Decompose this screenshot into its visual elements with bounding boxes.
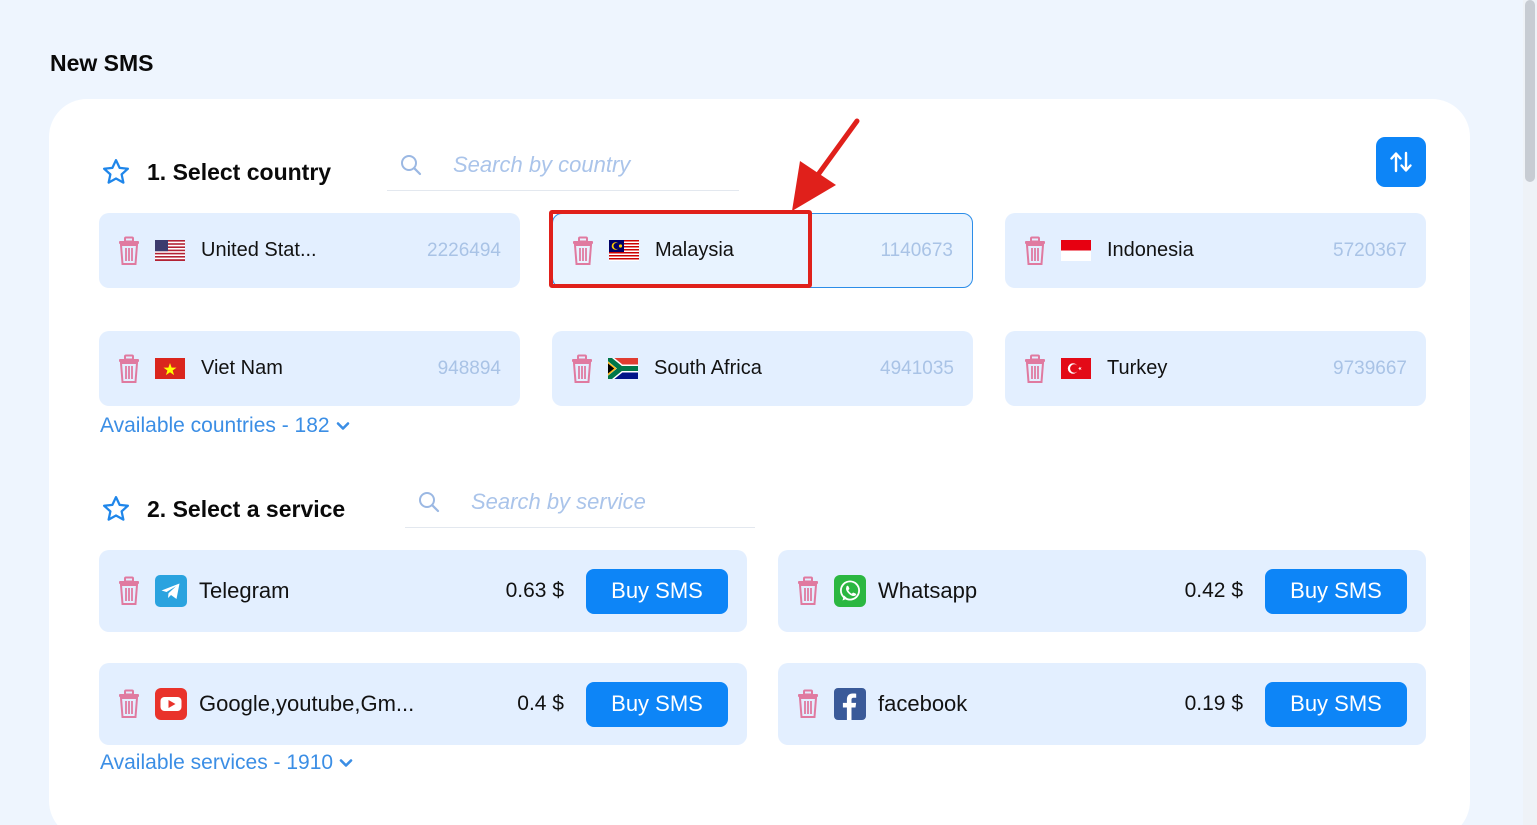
country-count: 1140673	[880, 239, 953, 261]
service-price: 0.63 $	[505, 579, 564, 602]
available-countries-label: Available countries - 182	[100, 414, 330, 437]
service-item-google[interactable]: Google,youtube,Gm... 0.4 $ Buy SMS	[99, 663, 747, 745]
available-services-label: Available services - 1910	[100, 751, 334, 774]
country-name: Indonesia	[1107, 239, 1194, 261]
country-section-title: 1. Select country	[147, 158, 332, 185]
service-name: Google,youtube,Gm...	[199, 691, 415, 716]
country-count: 948894	[437, 357, 501, 379]
country-search-input[interactable]	[453, 151, 713, 178]
turkey-flag-icon	[1061, 358, 1091, 379]
country-count: 9739667	[1333, 357, 1407, 379]
country-item-viet-nam[interactable]: Viet Nam 948894	[99, 331, 520, 406]
service-item-facebook[interactable]: facebook 0.19 $ Buy SMS	[778, 663, 1426, 745]
trash-icon[interactable]	[796, 576, 820, 606]
us-flag-icon	[155, 240, 185, 261]
scrollbar[interactable]	[1523, 0, 1537, 825]
search-icon	[419, 491, 440, 512]
trash-icon[interactable]	[117, 576, 141, 606]
available-services-link[interactable]: Available services - 1910	[100, 751, 353, 775]
trash-icon[interactable]	[796, 689, 820, 719]
service-price: 0.19 $	[1184, 692, 1243, 715]
country-item-united-states[interactable]: United Stat... 2226494	[99, 213, 520, 288]
star-icon[interactable]	[101, 157, 131, 187]
country-search[interactable]	[387, 139, 739, 191]
page-title: New SMS	[50, 50, 154, 76]
service-price: 0.42 $	[1184, 579, 1243, 602]
buy-sms-button[interactable]: Buy SMS	[586, 568, 728, 614]
service-item-whatsapp[interactable]: Whatsapp 0.42 $ Buy SMS	[778, 550, 1426, 632]
annotation-highlight-box	[549, 210, 812, 288]
country-item-south-africa[interactable]: South Africa 4941035	[552, 331, 973, 406]
whatsapp-icon	[834, 575, 866, 607]
trash-icon[interactable]	[117, 236, 141, 266]
service-name: Whatsapp	[878, 578, 978, 603]
annotation-arrow-icon	[792, 118, 860, 211]
country-item-turkey[interactable]: Turkey 9739667	[1005, 331, 1426, 406]
country-count: 2226494	[427, 239, 501, 261]
indonesia-flag-icon	[1061, 240, 1091, 261]
country-name: South Africa	[654, 357, 762, 379]
buy-sms-button[interactable]: Buy SMS	[1265, 568, 1407, 614]
vietnam-flag-icon	[155, 358, 185, 379]
country-item-indonesia[interactable]: Indonesia 5720367	[1005, 213, 1426, 288]
country-name: United Stat...	[201, 239, 317, 261]
country-count: 5720367	[1333, 239, 1407, 261]
trash-icon[interactable]	[117, 354, 141, 384]
south-africa-flag-icon	[608, 358, 638, 379]
buy-sms-button[interactable]: Buy SMS	[586, 681, 728, 727]
buy-sms-button[interactable]: Buy SMS	[1265, 681, 1407, 727]
new-sms-card: 1. Select country Search by country Unit…	[49, 99, 1470, 825]
service-item-telegram[interactable]: Telegram 0.63 $ Buy SMS	[99, 550, 747, 632]
service-section-header: 2. Select a service	[101, 494, 345, 524]
telegram-icon	[155, 575, 187, 607]
available-countries-link[interactable]: Available countries - 182	[100, 414, 350, 438]
service-name: Telegram	[199, 578, 290, 603]
search-icon	[401, 154, 422, 175]
country-name: Turkey	[1107, 357, 1168, 379]
youtube-icon	[155, 688, 187, 720]
scrollbar-thumb[interactable]	[1525, 0, 1535, 182]
service-section-title: 2. Select a service	[147, 495, 346, 522]
service-price: 0.4 $	[517, 692, 564, 715]
country-name: Viet Nam	[201, 357, 283, 379]
chevron-down-icon	[339, 759, 353, 767]
chevron-down-icon	[336, 422, 349, 430]
country-section-header: 1. Select country	[101, 157, 331, 187]
star-icon[interactable]	[101, 494, 131, 524]
service-search[interactable]	[405, 476, 755, 528]
facebook-icon	[834, 688, 866, 720]
trash-icon[interactable]	[1023, 354, 1047, 384]
sort-arrows-icon	[1390, 151, 1412, 173]
service-search-input[interactable]	[471, 488, 731, 515]
trash-icon[interactable]	[1023, 236, 1047, 266]
trash-icon[interactable]	[570, 354, 594, 384]
trash-icon[interactable]	[117, 689, 141, 719]
country-count: 4941035	[880, 357, 954, 379]
service-name: facebook	[878, 691, 968, 716]
sort-button[interactable]	[1376, 137, 1426, 187]
